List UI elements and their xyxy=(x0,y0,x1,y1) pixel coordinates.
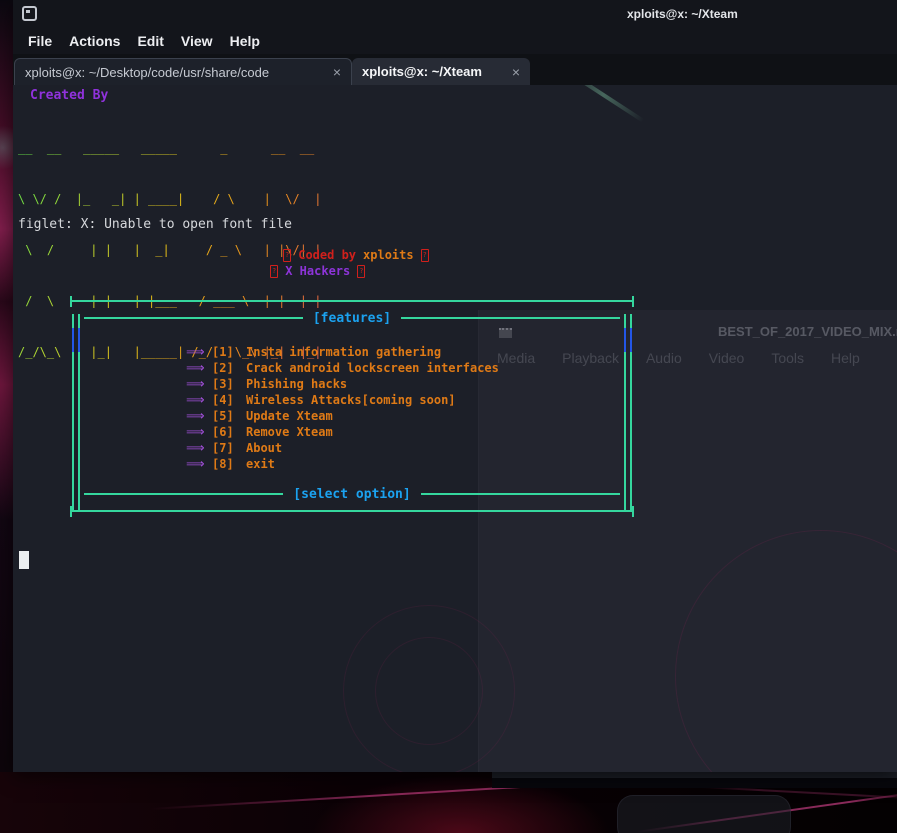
box-header: [features] xyxy=(84,310,620,326)
titlebar[interactable]: xploits@x: ~/Xteam xyxy=(13,0,897,28)
terminal-content[interactable]: BEST_OF_2017_VIDEO_MIX.m Media Playback … xyxy=(13,85,897,772)
created-by-text: Created By xyxy=(30,88,108,103)
header-line xyxy=(401,317,620,319)
footer-line xyxy=(84,493,283,495)
menubar-item-help[interactable]: Help xyxy=(223,31,267,51)
tab-label: xploits@x: ~/Desktop/code/usr/share/code xyxy=(25,65,269,80)
arrow-icon: ⟹ xyxy=(186,393,212,408)
wallpaper-streak xyxy=(563,85,645,123)
vlc-menu-video: Video xyxy=(709,350,745,366)
ascii-line: \ \/ / |_ _| | ____| / \ | \/ | xyxy=(18,191,321,208)
menu-option-4: ⟹ [4] Wireless Attacks[coming soon] xyxy=(186,392,499,408)
figlet-error-text: figlet: X: Unable to open font file xyxy=(18,217,292,232)
menubar-item-edit[interactable]: Edit xyxy=(130,31,170,51)
box-right-bar-blue-segment xyxy=(630,328,632,352)
ascii-line: \ / | | | _| / _ \ | |\/| | xyxy=(18,242,321,259)
arrow-icon: ⟹ xyxy=(186,425,212,440)
features-header-label: [features] xyxy=(313,311,391,326)
option-label: Remove Xteam xyxy=(246,425,333,439)
coded-by-label: Coded by xyxy=(298,248,356,262)
option-number: [1] xyxy=(212,345,246,359)
menubar-item-actions[interactable]: Actions xyxy=(62,31,127,51)
window-title: xploits@x: ~/Xteam xyxy=(627,7,738,21)
menu-option-8: ⟹ [8] exit xyxy=(186,456,499,472)
option-label: exit xyxy=(246,457,275,471)
missing-glyph-icon: ? xyxy=(283,249,291,262)
option-number: [7] xyxy=(212,441,246,455)
terminal-window: xploits@x: ~/Xteam File Actions Edit Vie… xyxy=(13,0,897,772)
option-number: [4] xyxy=(212,393,246,407)
box-left-bar-blue-segment xyxy=(78,328,80,352)
arrow-icon: ⟹ xyxy=(186,457,212,472)
menubar-item-file[interactable]: File xyxy=(21,31,59,51)
ascii-line: __ __ _____ _____ _ __ __ xyxy=(18,140,321,157)
tab-close-icon[interactable]: × xyxy=(325,64,341,80)
menubar: File Actions Edit View Help xyxy=(13,28,897,54)
vlc-menu-audio: Audio xyxy=(646,350,682,366)
box-right-bar-blue-segment xyxy=(624,328,626,352)
arrow-icon: ⟹ xyxy=(186,377,212,392)
menu-option-5: ⟹ [5] Update Xteam xyxy=(186,408,499,424)
option-number: [5] xyxy=(212,409,246,423)
option-label: Insta information gathering xyxy=(246,345,441,359)
menu-options: ⟹ [1] Insta information gathering ⟹ [2] … xyxy=(186,344,499,472)
option-label: Phishing hacks xyxy=(246,377,347,391)
desktop: xploits@x: ~/Xteam File Actions Edit Vie… xyxy=(0,0,897,833)
arrow-icon: ⟹ xyxy=(186,409,212,424)
vlc-window-title: BEST_OF_2017_VIDEO_MIX.m xyxy=(718,324,897,339)
team-line: ? X Hackers ? xyxy=(270,264,365,278)
coded-by-line: ? Coded by xploits ? xyxy=(283,248,429,262)
features-menu-box: [features] ⟹ [1] Insta information gathe… xyxy=(70,298,634,518)
terminal-app-icon[interactable] xyxy=(22,6,37,21)
wallpaper-circle xyxy=(375,637,483,745)
box-outer-top-line xyxy=(70,300,634,302)
header-line xyxy=(84,317,303,319)
box-outer-bottom-line xyxy=(70,510,634,512)
option-label: Wireless Attacks[coming soon] xyxy=(246,393,456,407)
option-number: [2] xyxy=(212,361,246,375)
arrow-icon: ⟹ xyxy=(186,441,212,456)
menu-option-6: ⟹ [6] Remove Xteam xyxy=(186,424,499,440)
box-footer: [select option] xyxy=(84,486,620,502)
tab-xteam[interactable]: xploits@x: ~/Xteam × xyxy=(352,58,530,85)
tab-close-icon[interactable]: × xyxy=(504,64,520,80)
missing-glyph-icon: ? xyxy=(357,265,365,278)
menubar-item-view[interactable]: View xyxy=(174,31,220,51)
vlc-menu-help: Help xyxy=(831,350,860,366)
menu-option-7: ⟹ [7] About xyxy=(186,440,499,456)
box-left-bar-blue-segment xyxy=(72,328,74,352)
missing-glyph-icon: ? xyxy=(270,265,278,278)
select-option-label: [select option] xyxy=(293,487,410,502)
menu-option-3: ⟹ [3] Phishing hacks xyxy=(186,376,499,392)
vlc-menu-tools: Tools xyxy=(771,350,804,366)
option-number: [3] xyxy=(212,377,246,391)
option-label: Update Xteam xyxy=(246,409,333,423)
author-name: xploits xyxy=(363,248,414,262)
team-name: X Hackers xyxy=(285,264,350,278)
tab-desktop-code[interactable]: xploits@x: ~/Desktop/code/usr/share/code… xyxy=(14,58,352,85)
menu-option-1: ⟹ [1] Insta information gathering xyxy=(186,344,499,360)
missing-glyph-icon: ? xyxy=(421,249,429,262)
arrow-icon: ⟹ xyxy=(186,361,212,376)
option-label: Crack android lockscreen interfaces xyxy=(246,361,499,375)
arrow-icon: ⟹ xyxy=(186,345,212,360)
option-label: About xyxy=(246,441,282,455)
terminal-cursor xyxy=(19,551,29,569)
vlc-window-bottom-edge xyxy=(492,770,897,788)
menu-option-2: ⟹ [2] Crack android lockscreen interface… xyxy=(186,360,499,376)
background-rounded-shape xyxy=(617,795,791,833)
footer-line xyxy=(421,493,620,495)
option-number: [8] xyxy=(212,457,246,471)
tab-label: xploits@x: ~/Xteam xyxy=(362,64,482,79)
option-number: [6] xyxy=(212,425,246,439)
wallpaper-magenta-strip xyxy=(0,0,14,520)
tabbar: xploits@x: ~/Desktop/code/usr/share/code… xyxy=(13,54,897,85)
